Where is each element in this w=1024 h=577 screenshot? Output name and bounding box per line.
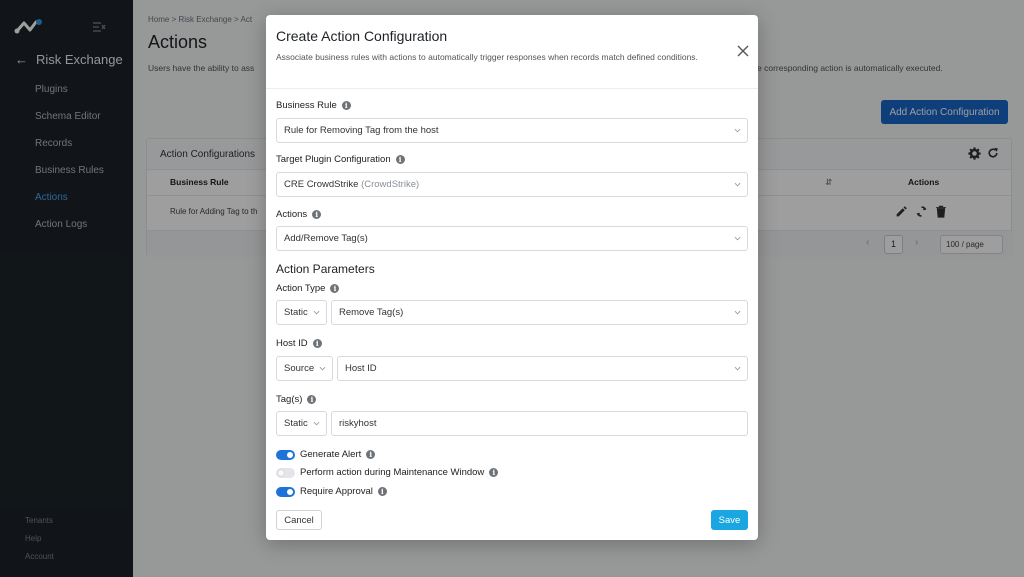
tags-mode-select[interactable]: Static — [276, 411, 327, 436]
action-type-mode-select[interactable]: Static — [276, 300, 327, 325]
cancel-button[interactable]: Cancel — [276, 510, 322, 530]
action-type-value: Remove Tag(s) — [339, 307, 404, 318]
tags-value: riskyhost — [339, 418, 377, 429]
actions-value: Add/Remove Tag(s) — [284, 233, 368, 244]
chevron-down-icon — [313, 421, 320, 426]
create-action-configuration-modal: Create Action Configuration Associate bu… — [266, 15, 758, 540]
info-icon[interactable]: i — [489, 468, 499, 477]
save-button[interactable]: Save — [711, 510, 748, 530]
info-icon[interactable]: i — [366, 450, 376, 459]
chevron-down-icon — [313, 310, 320, 315]
modal-header-divider — [266, 88, 758, 89]
maintenance-window-label: Perform action during Maintenance Window — [300, 467, 485, 478]
chevron-down-icon — [734, 366, 741, 371]
modal-subtitle: Associate business rules with actions to… — [276, 52, 698, 62]
action-type-label: Action Type i — [276, 283, 340, 294]
maintenance-window-row: Perform action during Maintenance Window… — [276, 467, 499, 478]
info-icon[interactable]: i — [395, 155, 405, 164]
target-plugin-select[interactable]: CRE CrowdStrike (CrowdStrike) — [276, 172, 748, 197]
target-plugin-label: Target Plugin Configuration i — [276, 154, 405, 165]
action-type-select[interactable]: Remove Tag(s) — [331, 300, 748, 325]
business-rule-select[interactable]: Rule for Removing Tag from the host — [276, 118, 748, 143]
info-icon[interactable]: i — [377, 487, 387, 496]
actions-label-text: Actions — [276, 209, 308, 220]
business-rule-value: Rule for Removing Tag from the host — [284, 125, 439, 136]
target-plugin-value: CRE CrowdStrike — [284, 179, 359, 190]
chevron-down-icon — [734, 236, 741, 241]
actions-label: Actions i — [276, 209, 322, 220]
require-approval-row: Require Approval i — [276, 486, 387, 497]
maintenance-window-toggle[interactable] — [276, 467, 295, 478]
require-approval-toggle[interactable] — [276, 486, 295, 497]
business-rule-label-text: Business Rule — [276, 100, 337, 111]
host-id-value: Host ID — [345, 363, 377, 374]
host-id-label-text: Host ID — [276, 338, 308, 349]
close-icon[interactable] — [736, 44, 750, 58]
tags-mode: Static — [284, 418, 308, 429]
host-id-mode-select[interactable]: Source — [276, 356, 333, 381]
info-icon[interactable]: i — [330, 284, 340, 293]
action-type-label-text: Action Type — [276, 283, 326, 294]
tags-input[interactable]: riskyhost — [331, 411, 748, 436]
chevron-down-icon — [734, 182, 741, 187]
require-approval-label: Require Approval — [300, 486, 373, 497]
chevron-down-icon — [734, 310, 741, 315]
action-type-mode: Static — [284, 307, 308, 318]
chevron-down-icon — [734, 128, 741, 133]
tags-label-text: Tag(s) — [276, 394, 303, 405]
action-parameters-title: Action Parameters — [276, 262, 375, 276]
info-icon[interactable]: i — [312, 210, 322, 219]
target-plugin-type: (CrowdStrike) — [361, 179, 420, 190]
host-id-mode: Source — [284, 363, 315, 374]
business-rule-label: Business Rule i — [276, 100, 351, 111]
generate-alert-label: Generate Alert — [300, 449, 362, 460]
host-id-label: Host ID i — [276, 338, 322, 349]
actions-select[interactable]: Add/Remove Tag(s) — [276, 226, 748, 251]
info-icon[interactable]: i — [307, 395, 317, 404]
chevron-down-icon — [319, 366, 326, 371]
generate-alert-row: Generate Alert i — [276, 449, 376, 460]
host-id-select[interactable]: Host ID — [337, 356, 748, 381]
tags-label: Tag(s) i — [276, 394, 317, 405]
info-icon[interactable]: i — [341, 101, 351, 110]
target-plugin-label-text: Target Plugin Configuration — [276, 154, 391, 165]
info-icon[interactable]: i — [312, 339, 322, 348]
generate-alert-toggle[interactable] — [276, 449, 295, 460]
modal-title: Create Action Configuration — [276, 28, 448, 44]
